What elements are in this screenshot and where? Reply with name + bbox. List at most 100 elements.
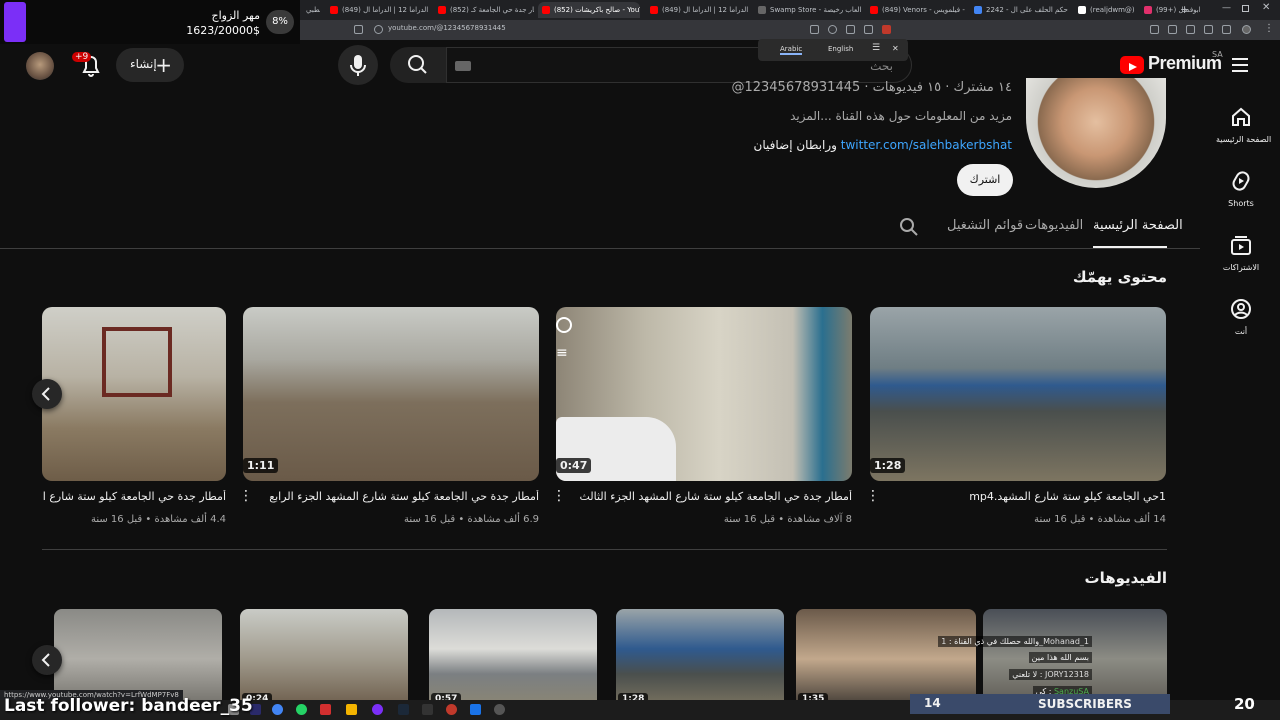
more-options-icon[interactable]: ⋮ [866, 489, 880, 503]
whatsapp-icon[interactable] [296, 704, 307, 715]
translate-menu-icon[interactable]: ☰ [872, 43, 880, 53]
video-thumbnail[interactable]: 0:24 [240, 609, 408, 709]
browser-tab[interactable]: (99+) علي ابوفضل [1140, 2, 1200, 18]
translate-lang-arabic[interactable]: Arabic [780, 45, 803, 55]
bookmark-icon[interactable] [354, 25, 363, 34]
video-thumbnail[interactable]: 0:47 ≡ [556, 307, 852, 481]
account-avatar[interactable] [26, 52, 54, 80]
watch-later-icon[interactable] [556, 317, 572, 333]
tab-playlists[interactable]: قوائم التشغيل [947, 218, 1023, 233]
chevron-left-icon [41, 387, 50, 401]
taskbar-app-icon[interactable] [470, 704, 481, 715]
taskbar-app-icon[interactable] [372, 704, 383, 715]
channel-links: ورابطان إضافيان twitter.com/salehbakerbs… [754, 138, 1012, 152]
duration-badge: 1:11 [243, 458, 279, 473]
extension-icon[interactable] [1150, 25, 1159, 34]
more-options-icon[interactable]: ⋮ [552, 489, 566, 503]
video-title[interactable]: أمطار جدة حي الجامعة كيلو ستة شارع المشه… [42, 490, 226, 503]
links-more-text[interactable]: ورابطان إضافيان [754, 138, 837, 152]
taskbar-app-icon[interactable] [320, 704, 331, 715]
taskbar-app-icon[interactable] [422, 704, 433, 715]
shelf-title-videos: الفيديوهات [1084, 569, 1168, 587]
channel-search-button[interactable] [898, 216, 920, 238]
sidebar-icon[interactable] [1204, 25, 1213, 34]
notifications-button[interactable]: +9 [72, 50, 104, 80]
video-thumbnail[interactable]: 1:28 [870, 307, 1166, 481]
duration-badge: 1:28 [870, 458, 906, 473]
chevron-left-icon [41, 653, 50, 667]
search-button[interactable] [390, 47, 446, 83]
translate-lang-english[interactable]: English [828, 45, 853, 53]
channel-handle-line: @12345678931445 · ‏١٤ مشترك · ‏١٥ فيديوه… [731, 80, 1012, 95]
zoom-icon[interactable] [828, 25, 837, 34]
install-icon[interactable] [846, 25, 855, 34]
video-title[interactable]: أمطار جدة حي الجامعة كيلو ستة شارع المشه… [255, 490, 539, 503]
tab-videos[interactable]: الفيديوهات [1025, 218, 1083, 233]
channel-avatar[interactable] [1026, 78, 1166, 188]
translate-popup: Arabic English ☰ ✕ [758, 39, 908, 61]
window-shape [102, 327, 172, 397]
translate-close-icon[interactable]: ✕ [892, 44, 899, 53]
file-explorer-icon[interactable] [346, 704, 357, 715]
twitter-link[interactable]: twitter.com/salehbakerbshat [841, 138, 1012, 152]
taskbar-app-icon[interactable] [494, 704, 505, 715]
voice-search-button[interactable] [338, 45, 378, 85]
more-options-icon[interactable]: ⋮ [239, 489, 253, 503]
translate-icon[interactable] [810, 25, 819, 34]
guide-item-shorts[interactable]: Shorts [1216, 170, 1266, 208]
maximize-icon[interactable] [1242, 5, 1249, 12]
browser-tab-active[interactable]: (852) صالح باكريشات - YouTube [538, 2, 640, 18]
browser-tab[interactable]: (849) انظار الدراما 12 | الدراما ال [646, 2, 748, 18]
chrome-icon[interactable] [272, 704, 283, 715]
share-icon[interactable] [864, 25, 873, 34]
extension-icon[interactable] [1186, 25, 1195, 34]
browser-tab[interactable]: 2242 - حكم الحلف على ال [970, 2, 1070, 18]
subscriber-label: SUBSCRIBERS [1038, 697, 1132, 711]
browser-tab[interactable]: (849) Venors - فيلمويس - YouTube [866, 2, 966, 18]
browser-tab[interactable]: (852) أمطار جدة حي الجامعة كـ [434, 2, 534, 18]
video-title[interactable]: 1حي الجامعة كيلو ستة شارع المشهد.mp4 [882, 490, 1166, 503]
guide-item-label: الاشتراكات [1222, 263, 1260, 272]
video-thumbnail[interactable]: 0:57 [429, 609, 597, 709]
search-icon [408, 55, 427, 74]
subscribe-button[interactable]: اشترك [957, 164, 1013, 196]
video-meta: 8 آلاف مشاهدة • قبل 16 سنة [723, 514, 852, 525]
video-title[interactable]: أمطار جدة حي الجامعة كيلو ستة شارع المشه… [568, 490, 852, 503]
browser-tab[interactable]: (realjdwm@) [1074, 2, 1136, 18]
url-field[interactable]: youtube.com/@12345678931445 [388, 24, 506, 32]
store-favicon-icon [758, 6, 766, 14]
site-info-icon[interactable] [374, 25, 383, 34]
shelf-prev-button[interactable] [32, 379, 62, 409]
browser-tab[interactable]: Swamp Store - العاب رخيصة [754, 2, 862, 18]
menu-icon[interactable]: ⋮ [1264, 23, 1274, 34]
channel-about[interactable]: مزيد من المعلومات حول هذه القناة ...المز… [790, 109, 1012, 123]
extension-icon[interactable] [1168, 25, 1177, 34]
youtube-favicon-icon [438, 6, 446, 14]
extension-icon[interactable] [882, 25, 891, 34]
taskbar-app-icon[interactable] [446, 704, 457, 715]
new-tab-icon[interactable]: + [1180, 3, 1189, 16]
video-thumbnail[interactable] [42, 307, 226, 481]
video-thumbnail[interactable]: 1:28 [616, 609, 784, 709]
you-icon [1231, 299, 1251, 319]
video-meta: 14 ألف مشاهدة • قبل 16 سنة [1034, 514, 1166, 525]
minimize-icon[interactable]: — [1222, 3, 1231, 13]
guide-item-home[interactable]: الصفحة الرئيسية [1216, 106, 1271, 144]
microphone-icon [350, 55, 366, 76]
browser-tab[interactable]: (849) انظار الدراما 12 | الدراما ال [326, 2, 430, 18]
add-to-queue-icon[interactable]: ≡ [556, 345, 568, 361]
steam-icon[interactable] [398, 704, 409, 715]
create-button[interactable]: إنشاء + [116, 48, 184, 82]
close-window-icon[interactable]: ✕ [1262, 2, 1270, 13]
guide-item-label: Shorts [1228, 199, 1254, 208]
shelf-prev-button[interactable] [32, 645, 62, 675]
guide-menu-button[interactable] [1230, 56, 1252, 74]
goal-title: مهر الزواج [211, 9, 260, 22]
profile-icon[interactable] [1242, 25, 1251, 34]
create-label: إنشاء [130, 57, 157, 71]
tab-home[interactable]: الصفحة الرئيسية [1093, 218, 1183, 233]
guide-item-you[interactable]: أنت [1216, 298, 1266, 336]
video-thumbnail[interactable]: 1:11 [243, 307, 539, 481]
downloads-icon[interactable] [1222, 25, 1231, 34]
social-favicon-icon [1144, 6, 1152, 14]
